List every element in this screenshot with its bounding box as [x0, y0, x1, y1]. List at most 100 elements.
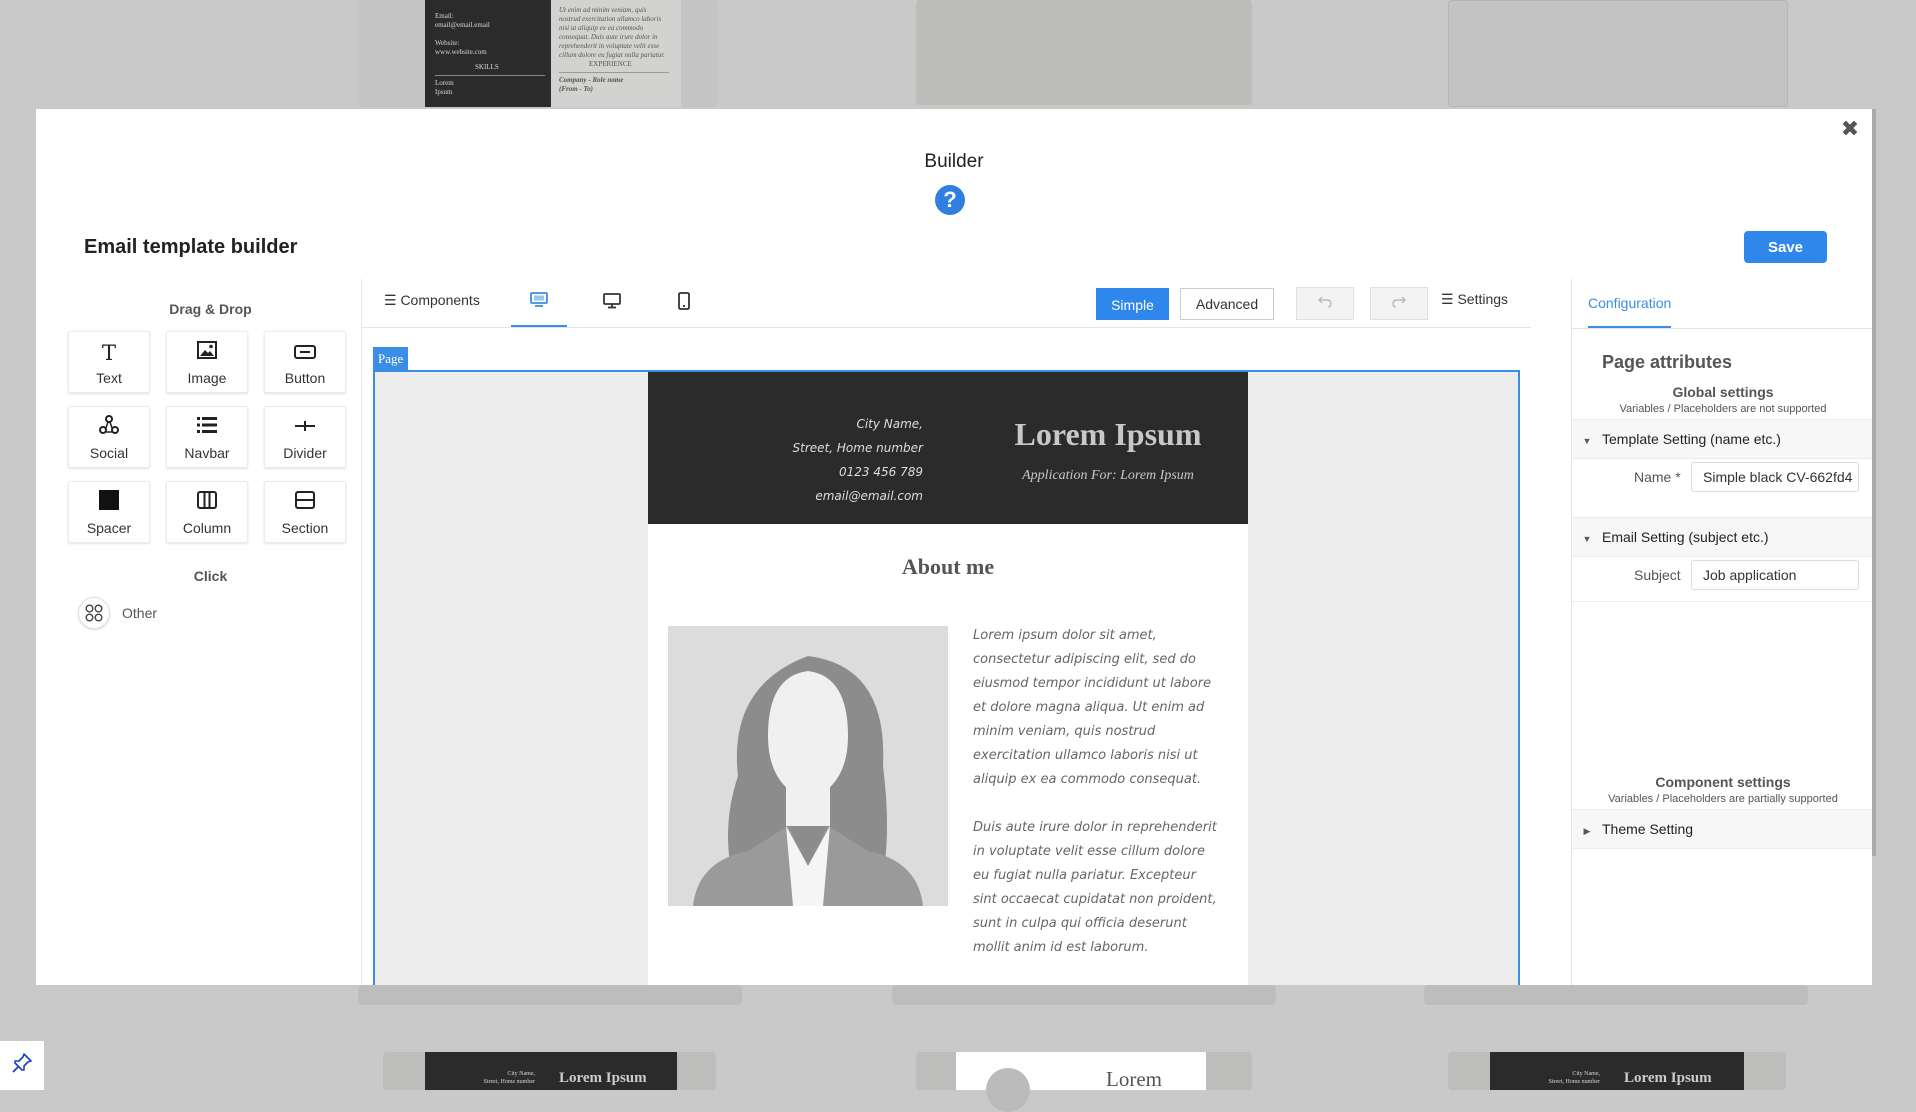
navbar-icon — [167, 415, 247, 441]
name-field[interactable]: Simple black CV-662fd4 — [1691, 462, 1859, 492]
page-frame[interactable]: City Name, Street, Home number 0123 456 … — [373, 370, 1520, 985]
builder-modal: ✖ Builder ? Email template builder Save … — [36, 109, 1872, 985]
block-image[interactable]: Image — [166, 331, 248, 393]
block-spacer[interactable]: Spacer — [68, 481, 150, 543]
bg-text: (From - To) — [559, 85, 593, 93]
device-desktop-button[interactable] — [584, 279, 640, 327]
bg-text: Street, Home number — [1548, 1079, 1601, 1085]
bg-text: reprehenderit in voluptate velit esse — [559, 42, 660, 50]
editor-toolbar: ☰ Components Simple Advanced ☰ Settings — [361, 279, 1531, 328]
undo-button[interactable] — [1296, 287, 1354, 320]
candidate-name[interactable]: Lorem Ipsum — [978, 416, 1238, 453]
application-line[interactable]: Application For: Lorem Ipsum — [978, 468, 1238, 484]
contact-street: Street, Home number — [792, 441, 923, 455]
block-button[interactable]: Button — [264, 331, 346, 393]
components-toggle[interactable]: ☰ Components — [384, 292, 480, 309]
blocks-panel: Drag & Drop T Text Image Button Social N… — [60, 279, 362, 985]
bg-thumb-dark: Email: email@email.email Website: www.we… — [425, 0, 551, 107]
settings-toggle[interactable]: ☰ Settings — [1441, 291, 1508, 308]
block-navbar[interactable]: Navbar — [166, 406, 248, 468]
redo-button[interactable] — [1370, 287, 1428, 320]
bg-text: Website: — [435, 39, 460, 47]
block-label: Column — [182, 520, 232, 536]
contact-city: City Name, — [856, 417, 923, 431]
caret-right-icon: ▶ — [1583, 826, 1591, 836]
bg-text: consequat. Duis aute irure dolor in — [559, 33, 658, 41]
other-item[interactable]: Other — [78, 597, 157, 629]
social-icon — [69, 415, 149, 441]
contact-email: email@email.com — [815, 489, 923, 503]
contact-block[interactable]: City Name, Street, Home number 0123 456 … — [793, 412, 923, 508]
tab-configuration[interactable]: Configuration — [1588, 279, 1672, 328]
block-column[interactable]: Column — [166, 481, 248, 543]
global-settings-title: Global settings — [1672, 384, 1774, 400]
background-card-top-3 — [1448, 0, 1788, 107]
pin-icon — [11, 1052, 33, 1079]
component-settings-title: Component settings — [1655, 774, 1791, 790]
bg-text: Lorem Ipsum — [559, 1070, 647, 1086]
about-paragraph-2[interactable]: Duis aute irure dolor in reprehenderit i… — [973, 816, 1218, 960]
other-label: Other — [122, 605, 158, 621]
block-social[interactable]: Social — [68, 406, 150, 468]
global-settings-note: Variables / Placeholders are not support… — [1619, 403, 1827, 415]
about-title[interactable]: About me — [648, 554, 1248, 580]
bg-avatar — [986, 1068, 1030, 1112]
email-setting-collapse[interactable]: ▼ Email Setting (subject etc.) — [1572, 517, 1872, 557]
background-card-row2-3 — [1424, 985, 1808, 1005]
bg-text: Ut enim ad minim veniam, quis — [559, 6, 647, 14]
block-divider[interactable]: Divider — [264, 406, 346, 468]
page-tag: Page — [373, 347, 409, 370]
configuration-panel: Configuration Page attributes Global set… — [1571, 279, 1872, 985]
simple-mode-button[interactable]: Simple — [1096, 288, 1169, 320]
bg-text: Lorem Ipsum — [1624, 1070, 1712, 1086]
theme-setting-collapse[interactable]: ▶ Theme Setting — [1572, 809, 1872, 849]
advanced-mode-button[interactable]: Advanced — [1180, 288, 1274, 320]
page-title: Email template builder — [84, 236, 298, 258]
page-attributes-title: Page attributes — [1602, 352, 1733, 372]
template-setting-label: Template Setting (name etc.) — [1602, 431, 1781, 447]
email-body[interactable]: City Name, Street, Home number 0123 456 … — [648, 372, 1248, 985]
about-paragraph-1[interactable]: Lorem ipsum dolor sit amet, consectetur … — [973, 624, 1218, 792]
drag-drop-title: Drag & Drop — [169, 301, 252, 317]
divider-icon — [265, 415, 345, 441]
pin-button[interactable] — [0, 1041, 44, 1090]
block-text[interactable]: T Text — [68, 331, 150, 393]
caret-down-icon: ▼ — [1582, 436, 1592, 446]
bg-text: email@email.email — [435, 21, 490, 29]
desktop-icon — [603, 292, 621, 314]
device-mobile-button[interactable] — [656, 279, 712, 327]
bg-thumb-light: Ut enim ad minim veniam, quis nostrud ex… — [551, 0, 681, 107]
email-header[interactable]: City Name, Street, Home number 0123 456 … — [648, 372, 1248, 524]
tab-divider — [1572, 328, 1872, 329]
device-desktop-pc-button[interactable] — [511, 279, 567, 327]
subject-field[interactable]: Job application — [1691, 560, 1859, 590]
grid-icon — [78, 597, 110, 629]
modal-title: Builder — [924, 151, 984, 172]
save-button[interactable]: Save — [1744, 231, 1827, 263]
editor-canvas[interactable]: Page City Name, Street, Home number 0123… — [361, 327, 1561, 985]
block-label: Image — [187, 370, 227, 386]
background-card-row2-1 — [358, 985, 742, 1005]
profile-photo[interactable] — [668, 626, 948, 906]
mobile-icon — [678, 291, 690, 315]
block-label: Section — [281, 520, 329, 536]
bg-text: Lorem — [1106, 1067, 1162, 1091]
redo-icon — [1391, 294, 1407, 313]
background-card-bottom-2: Lorem — [916, 1052, 1252, 1112]
background-card-row2-2 — [892, 985, 1276, 1005]
block-label: Divider — [283, 445, 327, 461]
template-setting-collapse[interactable]: ▼ Template Setting (name etc.) — [1572, 419, 1872, 459]
section-icon — [265, 490, 345, 516]
block-label: Navbar — [184, 445, 230, 461]
bg-text: Street, Home number — [483, 1079, 536, 1085]
help-icon[interactable]: ? — [935, 185, 965, 215]
theme-setting-label: Theme Setting — [1602, 821, 1694, 837]
close-icon[interactable]: ✖ — [1840, 118, 1860, 140]
undo-icon — [1317, 294, 1333, 313]
bg-text: City Name, — [507, 1071, 535, 1077]
bg-text: EXPERIENCE — [589, 60, 632, 68]
block-section[interactable]: Section — [264, 481, 346, 543]
click-title: Click — [193, 568, 228, 584]
button-icon — [265, 340, 345, 366]
block-label: Button — [284, 370, 326, 386]
